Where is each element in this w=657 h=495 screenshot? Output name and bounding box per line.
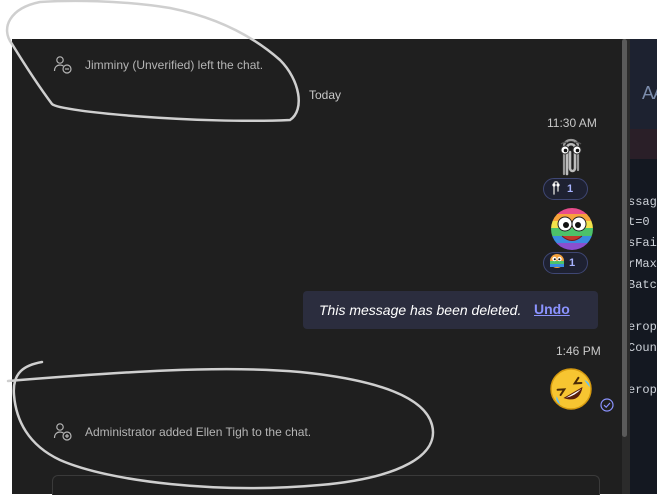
system-message-left: Jimminy (Unverified) left the chat. [53,55,263,75]
deleted-message-text: This message has been deleted. [319,302,522,318]
system-message-text: Jimminy (Unverified) left the chat. [85,58,264,72]
code-editor-pane: AA ssage t=0 ( sFail rMaxA Batch erop Count ero… [630,39,657,494]
deleted-message-card: This message has been deleted. Undo [303,291,598,329]
reaction-pill[interactable]: 1 [543,178,588,200]
clippy-sticker-icon[interactable] [555,134,587,183]
read-receipt-icon [600,398,614,417]
person-add-icon [53,422,73,442]
clippy-reaction-icon [549,179,563,200]
code-line: Batch [630,278,657,292]
reaction-count: 1 [567,183,574,195]
reaction-pill[interactable]: 1 [543,252,588,274]
date-divider: Today [309,88,342,102]
reaction-count: 1 [569,257,576,269]
code-line: t=0 ( [630,215,657,229]
scrollbar-thumb[interactable] [622,39,627,437]
code-line: rMaxA [630,257,657,271]
system-message-added: Administrator added Ellen Tigh to the ch… [53,422,311,442]
rolling-on-floor-laughing-icon[interactable] [548,366,594,417]
code-line: Count [630,341,657,355]
person-remove-icon [53,55,73,75]
code-line: erop [630,383,657,397]
code-editor-band [630,129,657,159]
code-line: erop [630,320,657,334]
undo-link[interactable]: Undo [534,301,570,317]
code-line: sFail [630,236,657,250]
system-message-text: Administrator added Ellen Tigh to the ch… [85,425,312,439]
rainbow-googly-reaction-icon [549,253,565,274]
rainbow-googly-face-icon[interactable] [549,207,595,256]
message-timestamp: 1:46 PM [556,344,601,358]
code-editor-header: AA [630,39,657,129]
code-line: ssage [630,195,657,209]
code-header-text: AA [642,83,657,103]
message-composer[interactable] [52,475,600,495]
message-timestamp: 11:30 AM [547,116,597,130]
